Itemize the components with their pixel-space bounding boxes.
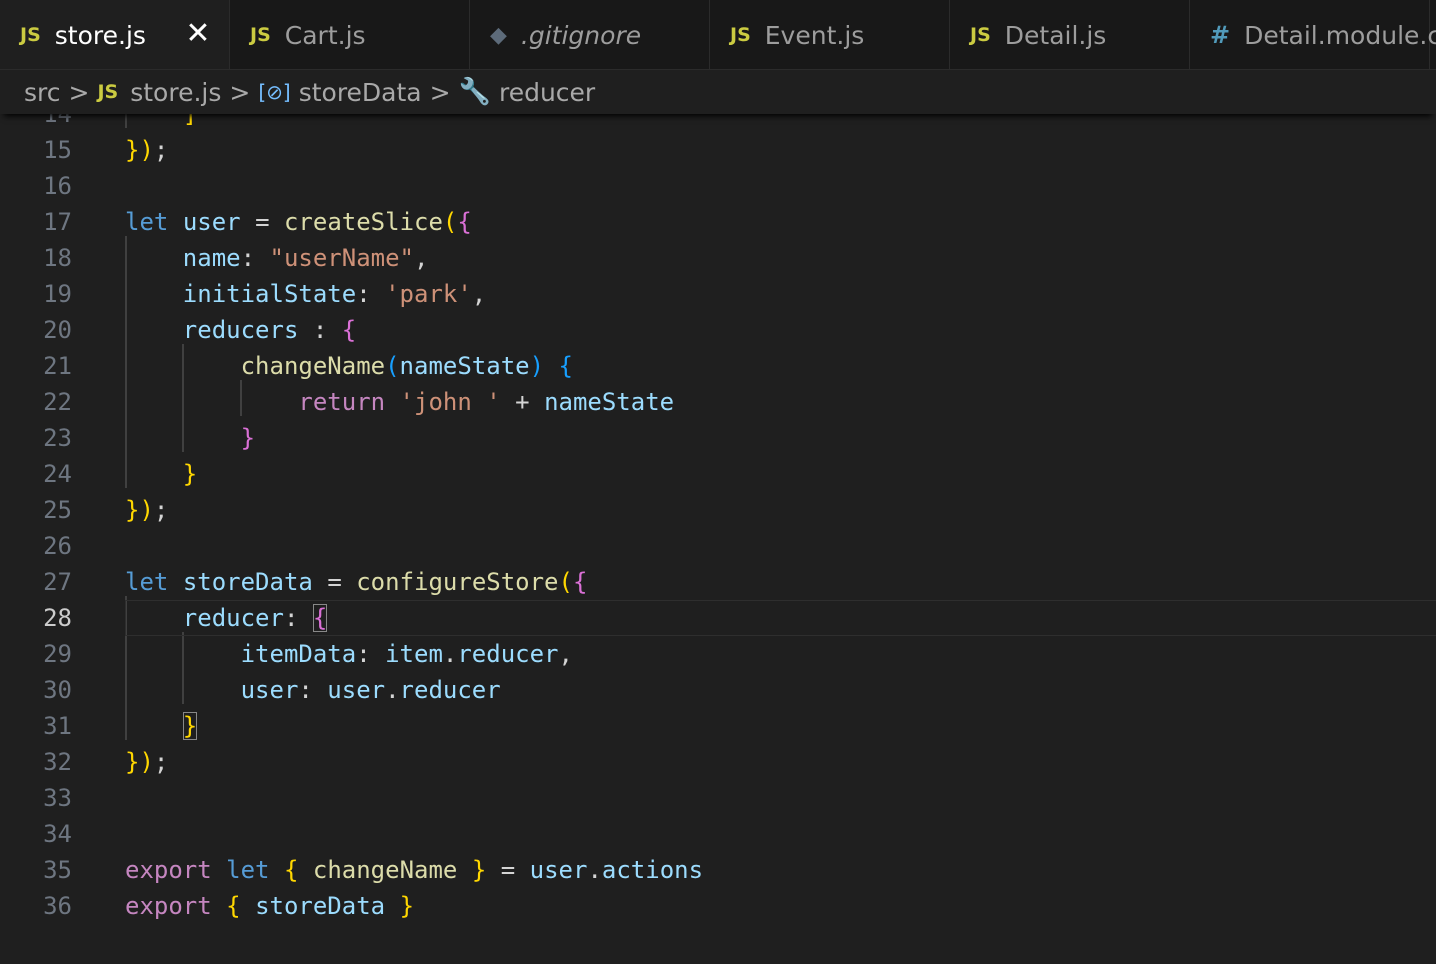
code-text: return 'john ' + nameState [298, 388, 675, 416]
line-number: 22 [43, 388, 72, 416]
code-line[interactable]: 19 initialState: 'park', [0, 276, 1436, 312]
code-line[interactable]: 16 [0, 168, 1436, 204]
breadcrumb-symbol[interactable]: storeData [299, 78, 422, 107]
javascript-file-icon: JS [250, 24, 271, 46]
breadcrumb-folder[interactable]: src [24, 78, 61, 107]
tab-label: Detail.js [1004, 20, 1107, 50]
git-file-icon: ◆ [490, 22, 507, 48]
code-line[interactable]: 17 let user = createSlice({ [0, 204, 1436, 240]
line-number: 19 [43, 280, 72, 308]
code-line[interactable]: 25}); [0, 492, 1436, 528]
code-text: } [182, 712, 198, 740]
line-number: 29 [43, 640, 72, 668]
code-line[interactable]: 35 export let { changeName } = user.actio… [0, 852, 1436, 888]
code-text: reducers : { [182, 316, 357, 344]
tab-label: .gitignore [520, 20, 642, 50]
line-number: 21 [43, 352, 72, 380]
close-icon[interactable]: ✕ [185, 19, 211, 49]
code-text: export { storeData } [125, 892, 415, 920]
chevron-right-icon: > [68, 77, 90, 107]
line-number: 28 [43, 604, 72, 632]
code-line[interactable]: 27 let storeData = configureStore({ [0, 564, 1436, 600]
css-file-icon: # [1210, 21, 1231, 49]
line-number: 35 [43, 856, 72, 884]
line-number: 33 [43, 784, 72, 812]
tab-detail-module-css[interactable]: # Detail.module.css [1190, 0, 1436, 69]
javascript-file-icon: JS [20, 24, 41, 46]
line-number: 24 [43, 460, 72, 488]
code-line[interactable]: 22 return 'john ' + nameState [0, 384, 1436, 420]
line-number: 34 [43, 820, 72, 848]
line-number: 20 [43, 316, 72, 344]
line-number: 18 [43, 244, 72, 272]
line-number: 31 [43, 712, 72, 740]
variable-symbol-icon: [⊘] [258, 80, 291, 104]
code-line[interactable]: 26 [0, 528, 1436, 564]
code-editor[interactable]: 14 ] 15}); 16 17 let user = createSlice({18 … [0, 114, 1436, 964]
line-number: 32 [43, 748, 72, 776]
tab-label: store.js [54, 20, 146, 50]
tab-gitignore[interactable]: ◆ .gitignore [470, 0, 710, 69]
tab-cart-js[interactable]: JS Cart.js [230, 0, 470, 69]
code-text: }); [125, 748, 169, 776]
code-line[interactable]: 21 changeName(nameState) { [0, 348, 1436, 384]
tab-label: Detail.module.css [1244, 20, 1436, 50]
code-line[interactable]: 20 reducers : { [0, 312, 1436, 348]
code-text: } [182, 460, 198, 488]
code-text: let user = createSlice({ [125, 208, 472, 236]
code-line[interactable]: 29 itemData: item.reducer, [0, 636, 1436, 672]
editor-tab-bar: JS store.js ✕ JS Cart.js ◆ .gitignore JS… [0, 0, 1436, 70]
code-line[interactable]: 18 name: "userName", [0, 240, 1436, 276]
code-text: name: "userName", [182, 244, 429, 272]
code-text: initialState: 'park', [182, 280, 487, 308]
breadcrumb-property[interactable]: reducer [499, 78, 595, 107]
tab-detail-js[interactable]: JS Detail.js [950, 0, 1190, 69]
code-line[interactable]: 14 ] [0, 114, 1436, 132]
chevron-right-icon: > [429, 77, 451, 107]
breadcrumb-file[interactable]: store.js [130, 78, 221, 107]
line-number: 36 [43, 892, 72, 920]
code-text: user: user.reducer [240, 676, 501, 704]
code-line[interactable]: 33 [0, 780, 1436, 816]
breadcrumb: src > JS store.js > [⊘] storeData > 🔧 re… [0, 70, 1436, 114]
line-number: 27 [43, 568, 72, 596]
code-text: export let { changeName } = user.actions [125, 856, 704, 884]
tab-label: Event.js [764, 20, 865, 50]
line-number: 15 [43, 136, 72, 164]
code-text: } [240, 424, 256, 452]
wrench-icon: 🔧 [458, 77, 491, 107]
code-text: itemData: item.reducer, [240, 640, 573, 668]
code-line[interactable]: 31 } [0, 708, 1436, 744]
code-line[interactable]: 23 } [0, 420, 1436, 456]
code-line[interactable]: 28 reducer: { [0, 600, 1436, 636]
tab-store-js[interactable]: JS store.js ✕ [0, 0, 230, 69]
chevron-right-icon: > [229, 77, 251, 107]
line-number: 17 [43, 208, 72, 236]
javascript-file-icon: JS [97, 81, 119, 103]
line-number: 26 [43, 532, 72, 560]
code-text: reducer: { [182, 604, 328, 632]
code-text: let storeData = configureStore({ [125, 568, 588, 596]
code-text: }); [125, 136, 169, 164]
code-line[interactable]: 34 [0, 816, 1436, 852]
code-line[interactable]: 24 } [0, 456, 1436, 492]
javascript-file-icon: JS [730, 24, 751, 46]
line-number: 25 [43, 496, 72, 524]
tab-label: Cart.js [284, 20, 366, 50]
code-line[interactable]: 15}); [0, 132, 1436, 168]
code-line[interactable]: 30 user: user.reducer [0, 672, 1436, 708]
code-line[interactable]: 32}); [0, 744, 1436, 780]
code-line[interactable]: 36 export { storeData } [0, 888, 1436, 924]
tab-event-js[interactable]: JS Event.js [710, 0, 950, 69]
line-number: 23 [43, 424, 72, 452]
code-text: changeName(nameState) { [240, 352, 573, 380]
line-number: 30 [43, 676, 72, 704]
line-number: 14 [43, 114, 72, 128]
javascript-file-icon: JS [970, 24, 991, 46]
code-text: }); [125, 496, 169, 524]
code-text: ] [182, 114, 198, 128]
line-number: 16 [43, 172, 72, 200]
